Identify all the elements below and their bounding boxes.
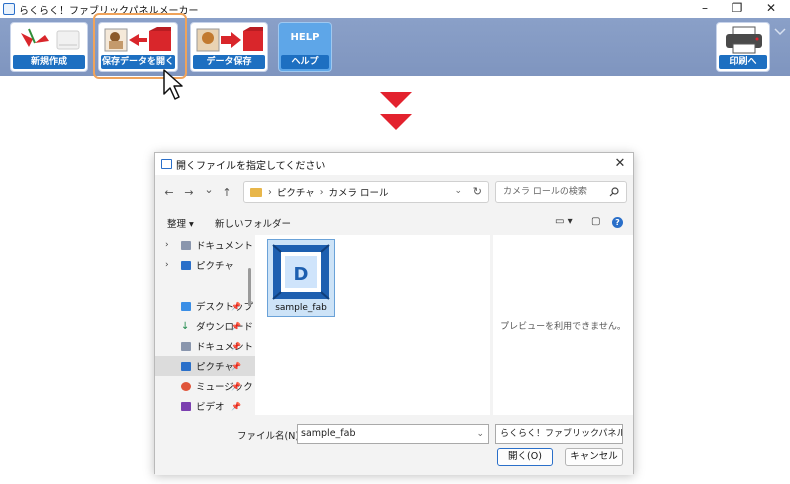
chevron-down-icon[interactable]: ⌄ [476, 425, 484, 443]
sidebar-scrollbar[interactable] [248, 268, 251, 306]
chevron-down-icon[interactable] [774, 28, 786, 36]
organize-menu[interactable]: 整理 ▾ [167, 216, 194, 230]
save-data-button[interactable]: データ保存 [190, 22, 268, 72]
pictures-icon [181, 361, 191, 371]
fabric-panel-file-icon: D [272, 244, 330, 300]
app-icon [3, 3, 15, 15]
sidebar-item-videos[interactable]: ビデオ 📌 [155, 396, 255, 415]
breadcrumb-camera-roll[interactable]: カメラ ロール [329, 185, 389, 199]
sidebar-item-downloads[interactable]: ↓ ダウンロード 📌 [155, 316, 255, 336]
filename-input[interactable]: sample_fab ⌄ [297, 424, 489, 444]
help-icon: HELP [290, 32, 320, 43]
open-button[interactable]: 開く(O) [497, 448, 553, 466]
folder-icon [250, 187, 262, 197]
search-input[interactable]: カメラ ロールの検索 [495, 181, 627, 203]
svg-text:D: D [294, 264, 309, 285]
breadcrumb-pictures[interactable]: ピクチャ [277, 185, 315, 199]
open-file-dialog: 開くファイルを指定してください ✕ ← → ⌄ ↑ › ピクチャ › カメラ ロ… [154, 152, 634, 475]
maximize-button[interactable]: ❐ [722, 0, 752, 18]
back-arrow-icon[interactable]: ← [163, 186, 175, 199]
search-icon [609, 187, 619, 197]
address-bar[interactable]: › ピクチャ › カメラ ロール ⌄ ↻ [243, 181, 489, 203]
pictures-icon [181, 260, 191, 270]
save-data-icon [196, 27, 263, 52]
forward-arrow-icon[interactable]: → [183, 186, 195, 199]
documents-icon [181, 341, 191, 351]
command-bar: 整理 ▾ 新しいフォルダー ▭ ▾ ▢ ? [155, 213, 633, 233]
pin-icon[interactable]: 📌 [231, 322, 241, 331]
new-button-label: 新規作成 [13, 55, 85, 69]
close-button[interactable]: ✕ [756, 0, 786, 18]
save-data-label: データ保存 [193, 55, 265, 69]
printer-icon [726, 26, 762, 54]
sidebar-item-pictures-pinned[interactable]: ピクチャ 📌 [155, 356, 255, 376]
preview-message: プレビューを利用できません。 [500, 322, 626, 332]
pin-icon[interactable]: 📌 [231, 402, 241, 411]
new-document-icon [21, 28, 80, 50]
sidebar-item-desktop[interactable]: デスクトップ 📌 [155, 296, 255, 316]
file-list: D sample_fab [255, 235, 490, 415]
new-button[interactable]: 新規作成 [10, 22, 88, 72]
music-icon [181, 381, 191, 391]
new-folder-button[interactable]: 新しいフォルダー [215, 216, 291, 230]
dialog-title-bar: 開くファイルを指定してください ✕ [155, 153, 633, 175]
refresh-icon[interactable]: ↻ [473, 185, 482, 198]
view-options-icon[interactable]: ▭ ▾ [555, 216, 573, 227]
help-info-icon[interactable]: ? [612, 217, 623, 228]
dialog-icon [161, 159, 172, 169]
documents-icon [181, 240, 191, 250]
pin-icon[interactable]: 📌 [231, 362, 241, 371]
filename-label: ファイル名(N): [237, 431, 303, 442]
navigation-bar: ← → ⌄ ↑ › ピクチャ › カメラ ロール ⌄ ↻ カメラ ロールの検索 [155, 177, 633, 207]
pin-icon[interactable]: 📌 [231, 382, 241, 391]
filetype-select[interactable]: らくらく！ファブリックパネルメ [495, 424, 623, 444]
preview-pane-icon[interactable]: ▢ [591, 216, 600, 227]
minimize-button[interactable]: – [690, 0, 720, 18]
sidebar-item-pictures[interactable]: › ピクチャ [155, 255, 255, 275]
desktop-icon [181, 301, 191, 311]
dialog-title: 開くファイルを指定してください [176, 160, 326, 172]
dialog-footer: ファイル名(N): sample_fab ⌄ らくらく！ファブリックパネルメ 開… [155, 415, 633, 475]
mouse-pointer-icon [163, 69, 183, 100]
sidebar-item-music[interactable]: ミュージック 📌 [155, 376, 255, 396]
search-placeholder: カメラ ロールの検索 [503, 187, 587, 197]
pin-icon[interactable]: 📌 [231, 302, 241, 311]
recent-locations-icon[interactable]: ⌄ [203, 183, 215, 196]
help-label: ヘルプ [281, 55, 329, 69]
cancel-button[interactable]: キャンセル [565, 448, 623, 466]
file-item[interactable]: D sample_fab [267, 239, 335, 317]
up-arrow-icon[interactable]: ↑ [221, 186, 233, 199]
navigation-pane: › ドキュメント › ピクチャ デスクトップ 📌 ↓ ダウンロード 📌 ドキュメ… [155, 235, 255, 415]
pin-icon[interactable]: 📌 [231, 342, 241, 351]
address-dropdown-icon[interactable]: ⌄ [454, 186, 462, 196]
downloads-icon: ↓ [181, 320, 190, 332]
file-name: sample_fab [275, 303, 327, 313]
down-arrows-icon [380, 92, 412, 130]
help-button[interactable]: HELP ヘルプ [278, 22, 332, 72]
sidebar-item-documents-pinned[interactable]: ドキュメント 📌 [155, 336, 255, 356]
videos-icon [181, 401, 191, 411]
print-label: 印刷へ [719, 55, 767, 69]
sidebar-item-documents[interactable]: › ドキュメント [155, 235, 255, 255]
print-button[interactable]: 印刷へ [716, 22, 770, 72]
preview-pane: プレビューを利用できません。 [493, 235, 633, 415]
dialog-close-icon[interactable]: ✕ [613, 156, 627, 171]
